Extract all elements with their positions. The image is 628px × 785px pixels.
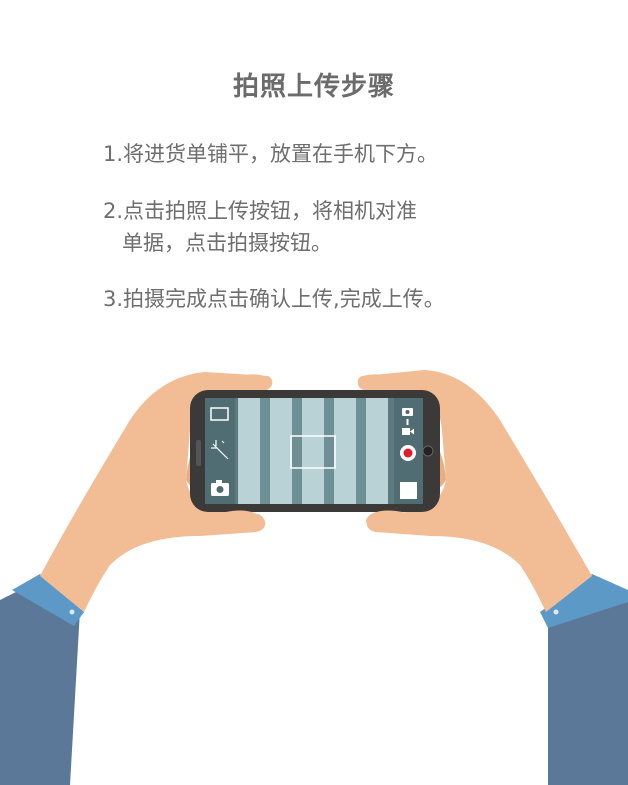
hands-holding-phone-illustration — [0, 370, 628, 785]
photo-mode-icon — [402, 408, 413, 416]
phone-speaker — [196, 440, 201, 466]
screen-stripes — [238, 398, 388, 504]
phone-home-button — [422, 445, 434, 457]
phone — [190, 390, 440, 512]
right-cuff-button — [553, 609, 559, 615]
mode-switch-line — [406, 419, 409, 425]
record-button-icon — [400, 445, 416, 461]
gallery-thumbnail-icon — [400, 482, 417, 499]
left-cuff-button — [69, 609, 75, 615]
